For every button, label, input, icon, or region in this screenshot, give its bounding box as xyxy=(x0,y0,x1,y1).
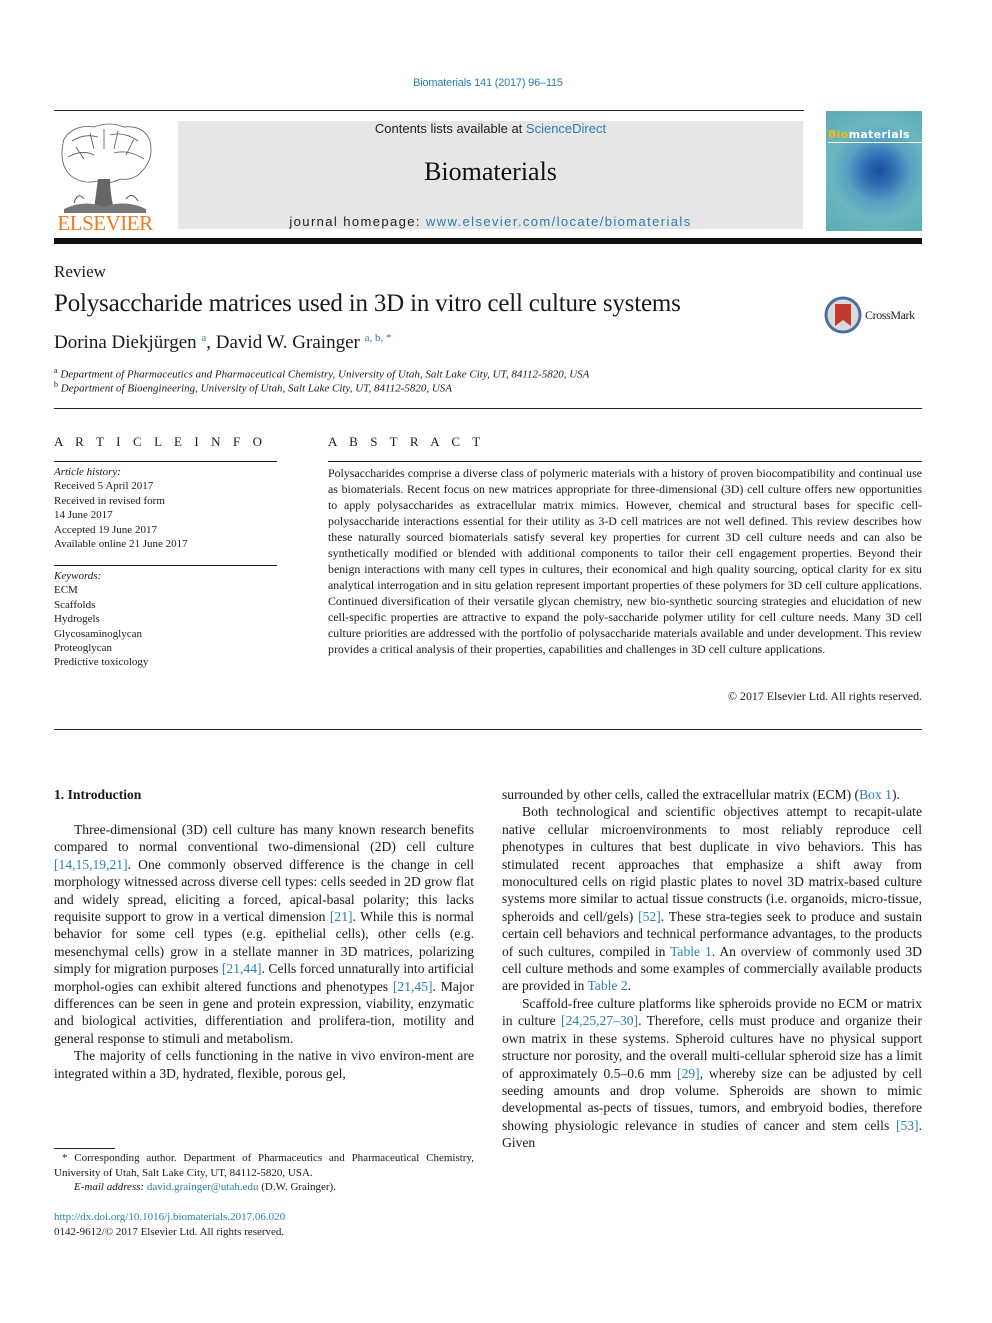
article-info-rule xyxy=(54,461,277,462)
keyword: Predictive toxicology xyxy=(54,656,149,669)
history-item: Accepted 19 June 2017 xyxy=(54,523,157,536)
journal-citation[interactable]: Biomaterials 141 (2017) 96–115 xyxy=(0,77,976,89)
citation-link[interactable]: Table 2 xyxy=(587,978,627,993)
article-info-heading: A R T I C L E I N F O xyxy=(54,434,267,449)
affiliation-text: Department of Bioengineering, University… xyxy=(60,382,453,395)
email-note: E-mail address: david.grainger@utah.edu … xyxy=(54,1180,474,1195)
cover-title-highlight: Bio xyxy=(828,128,849,141)
body-text: . xyxy=(627,978,632,994)
contents-prefix: Contents lists available at xyxy=(374,121,526,136)
keyword: Hydrogels xyxy=(54,613,100,626)
citation-link[interactable]: [29] xyxy=(677,1066,700,1081)
history-item: 14 June 2017 xyxy=(54,509,113,522)
paragraph: Scaffold-free culture platforms like sph… xyxy=(502,995,922,1152)
citation-link[interactable]: [52] xyxy=(638,909,661,924)
paragraph: Both technological and scientific object… xyxy=(502,803,922,994)
keywords-rule xyxy=(54,565,277,566)
citation-link[interactable]: [21,44] xyxy=(222,961,262,976)
keyword: Scaffolds xyxy=(54,598,96,611)
body-text: ). xyxy=(891,787,900,802)
author-list: Dorina Diekjürgen a, David W. Grainger a… xyxy=(54,332,392,353)
body-text: surrounded by other cells, called the ex… xyxy=(502,787,860,802)
paragraph: The majority of cells functioning in the… xyxy=(54,1047,474,1082)
citation-link[interactable]: [14,15,19,21] xyxy=(54,857,128,872)
abstract-copyright: © 2017 Elsevier Ltd. All rights reserved… xyxy=(728,689,922,703)
abstract-rule xyxy=(328,461,922,462)
contents-line: Contents lists available at ScienceDirec… xyxy=(178,121,803,136)
body-column-left: Three-dimensional (3D) cell culture has … xyxy=(54,821,474,1082)
crossmark-label: CrossMark xyxy=(865,308,915,322)
abstract-bottom-rule xyxy=(54,729,922,730)
affiliation: b Department of Bioengineering, Universi… xyxy=(54,380,452,395)
keywords-label: Keywords: xyxy=(54,570,102,582)
abstract-text: Polysaccharides comprise a diverse class… xyxy=(328,466,922,656)
article-history: Article history: Received 5 April 2017 R… xyxy=(54,465,188,551)
crossmark-icon xyxy=(824,296,862,334)
header-rule xyxy=(54,110,804,111)
body-column-right: surrounded by other cells, called the ex… xyxy=(502,786,922,1152)
cover-title-rest: materials xyxy=(848,128,910,141)
abstract-heading: A B S T R A C T xyxy=(328,434,485,449)
affiliation-mark: a xyxy=(54,366,58,375)
citation-link[interactable]: [24,25,27–30] xyxy=(561,1013,638,1028)
article-type: Review xyxy=(54,262,106,281)
keyword: ECM xyxy=(54,584,78,597)
citation-link[interactable]: [21,45] xyxy=(393,979,433,994)
body-text: The majority of cells functioning in the… xyxy=(54,1048,474,1081)
footnote: * Corresponding author. Department of Ph… xyxy=(54,1151,474,1195)
citation-link[interactable]: Box 1 xyxy=(859,787,892,802)
affiliation: a Department of Pharmaceutics and Pharma… xyxy=(54,366,589,381)
citation-link[interactable]: [53] xyxy=(896,1118,919,1133)
section-heading: 1. Introduction xyxy=(54,787,142,802)
issn-copyright: 0142-9612/© 2017 Elsevier Ltd. All right… xyxy=(54,1226,285,1238)
body-text: Both technological and scientific object… xyxy=(502,804,922,924)
keyword: Proteoglycan xyxy=(54,642,113,655)
journal-banner: Contents lists available at ScienceDirec… xyxy=(178,121,803,229)
affiliation-mark: b xyxy=(54,380,58,389)
header-thick-rule xyxy=(54,238,922,244)
elsevier-wordmark: ELSEVIER xyxy=(57,211,153,235)
history-item: Received 5 April 2017 xyxy=(54,480,154,493)
affiliation-text: Department of Pharmaceutics and Pharmace… xyxy=(60,368,590,381)
paragraph: Three-dimensional (3D) cell culture has … xyxy=(54,821,474,1047)
author-affiliation-mark[interactable]: a, b, * xyxy=(365,332,392,344)
history-label: Article history: xyxy=(54,466,121,478)
citation-link[interactable]: [21] xyxy=(330,909,353,924)
history-item: Available online 21 June 2017 xyxy=(54,538,188,551)
cover-rule xyxy=(828,142,922,143)
email-label: E-mail address: xyxy=(74,1181,147,1193)
sciencedirect-link[interactable]: ScienceDirect xyxy=(526,121,606,136)
history-item: Received in revised form xyxy=(54,494,165,507)
corresponding-author-note: * Corresponding author. Department of Ph… xyxy=(54,1152,474,1179)
body-text: Three-dimensional (3D) cell culture has … xyxy=(54,822,474,855)
journal-cover-image[interactable]: Biomaterials xyxy=(826,111,922,231)
cover-title: Biomaterials xyxy=(828,128,910,141)
title-rule xyxy=(54,408,922,409)
journal-name: Biomaterials xyxy=(424,157,557,186)
email-link[interactable]: david.grainger@utah.edu xyxy=(147,1181,259,1193)
author-name[interactable]: David W. Grainger xyxy=(216,332,360,353)
homepage-link[interactable]: www.elsevier.com/locate/biomaterials xyxy=(426,214,692,229)
keywords: Keywords: ECM Scaffolds Hydrogels Glycos… xyxy=(54,569,148,670)
paragraph: surrounded by other cells, called the ex… xyxy=(502,786,922,803)
footnote-rule xyxy=(54,1148,115,1149)
article-title: Polysaccharide matrices used in 3D in vi… xyxy=(54,290,681,317)
keyword: Glycosaminoglycan xyxy=(54,627,142,640)
homepage-line: journal homepage: www.elsevier.com/locat… xyxy=(178,214,803,229)
email-suffix: (D.W. Grainger). xyxy=(258,1181,336,1193)
homepage-prefix: journal homepage: xyxy=(289,214,426,229)
author-name[interactable]: Dorina Diekjürgen xyxy=(54,332,197,353)
doi-link[interactable]: http://dx.doi.org/10.1016/j.biomaterials… xyxy=(54,1211,285,1223)
author-affiliation-mark[interactable]: a xyxy=(201,332,206,344)
citation-link[interactable]: Table 1 xyxy=(670,944,712,959)
crossmark-button[interactable]: CrossMark xyxy=(824,296,924,334)
